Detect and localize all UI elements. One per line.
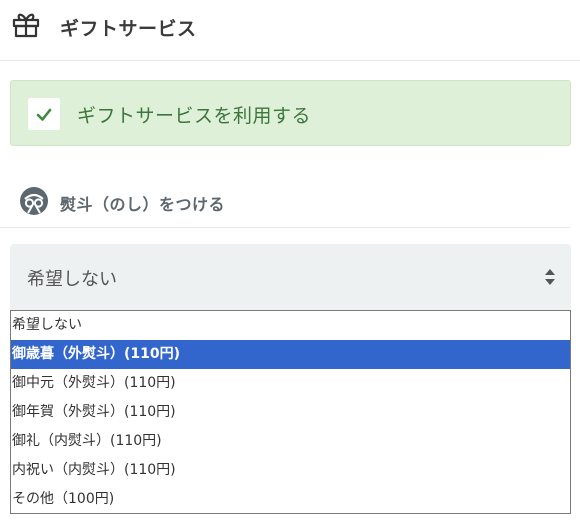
- noshi-icon: [19, 186, 49, 216]
- noshi-title: 熨斗（のし）をつける: [60, 195, 226, 214]
- sort-arrows-icon: [543, 266, 557, 288]
- gift-service-option[interactable]: ギフトサービスを利用する: [10, 80, 571, 146]
- noshi-section-header: 熨斗（のし）をつける: [0, 178, 570, 228]
- check-icon: [36, 108, 52, 121]
- select-option[interactable]: 御中元（外熨斗）(110円): [11, 369, 570, 398]
- gift-service-checkbox[interactable]: [28, 98, 60, 130]
- gift-service-label: ギフトサービスを利用する: [77, 105, 312, 127]
- select-option[interactable]: その他（100円): [11, 485, 570, 513]
- select-dropdown-list: 希望しない 御歳暮（外熨斗）(110円) 御中元（外熨斗）(110円) 御年賀（…: [10, 310, 571, 514]
- select-option[interactable]: 御礼（内熨斗）(110円): [11, 427, 570, 456]
- page-title: ギフトサービス: [60, 18, 197, 40]
- select-option[interactable]: 御年賀（外熨斗）(110円): [11, 398, 570, 427]
- select-option[interactable]: 希望しない: [11, 311, 570, 340]
- select-current-value: 希望しない: [27, 269, 117, 290]
- section-header: ギフトサービス: [0, 0, 580, 61]
- select-option-highlighted[interactable]: 御歳暮（外熨斗）(110円): [11, 340, 570, 369]
- gift-service-panel: ギフトサービス ギフトサービスを利用する 熨斗（のし）をつける 希望しない 希望…: [0, 0, 580, 522]
- noshi-select[interactable]: 希望しない: [10, 244, 571, 310]
- gift-icon: [12, 10, 40, 38]
- select-option[interactable]: 内祝い（内熨斗）(110円): [11, 456, 570, 485]
